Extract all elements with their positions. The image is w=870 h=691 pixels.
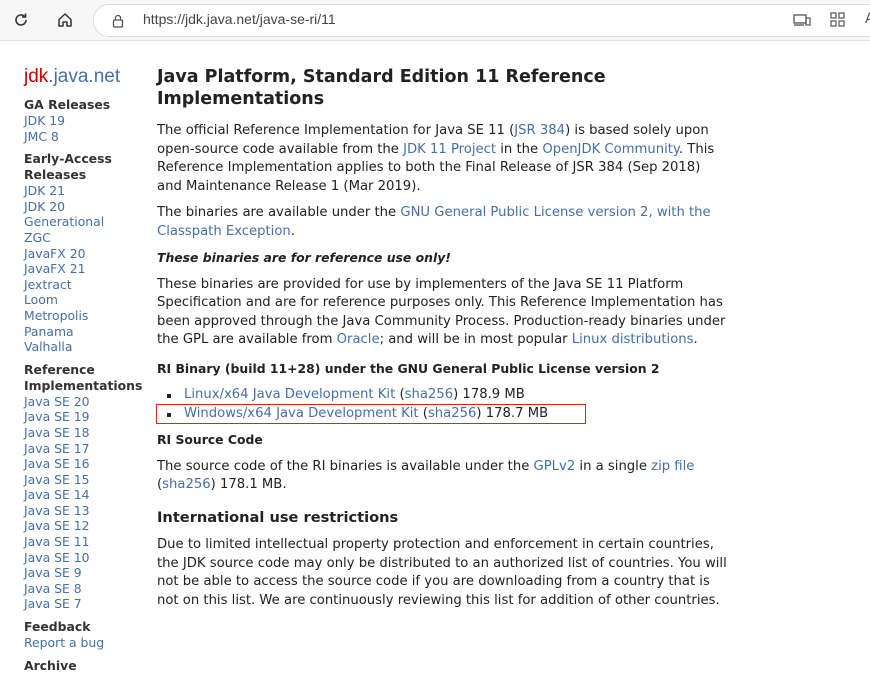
sidebar-link-jdk21[interactable]: JDK 21 (24, 183, 149, 199)
sidebar-link-jdk19[interactable]: JDK 19 (24, 113, 149, 129)
browser-toolbar: https://jdk.java.net/java-se-ri/11 A (0, 0, 870, 41)
license-paragraph: The binaries are available under the GNU… (157, 205, 711, 239)
sidebar-heading-reference-implementations: Reference Implementations (24, 361, 143, 393)
sidebar-link-java-se-19[interactable]: Java SE 19 (24, 409, 149, 425)
address-bar[interactable]: https://jdk.java.net/java-se-ri/11 A (93, 4, 870, 37)
openjdk-community-link[interactable]: OpenJDK Community (542, 142, 679, 157)
sidebar-link-jmc8[interactable]: JMC 8 (24, 129, 149, 145)
extensions-grid-icon[interactable] (830, 12, 846, 32)
windows-jdk-link[interactable]: Windows/x64 Java Development Kit (184, 406, 419, 421)
reload-icon (15, 13, 27, 26)
sidebar-link-java-se-12[interactable]: Java SE 12 (24, 518, 149, 534)
sidebar-link-java-se-9[interactable]: Java SE 9 (24, 565, 149, 581)
sidebar-link-java-se-15[interactable]: Java SE 15 (24, 472, 149, 488)
sidebar-link-jextract[interactable]: Jextract (24, 277, 149, 293)
sidebar-link-jdk20[interactable]: JDK 20 (24, 199, 149, 215)
sidebar-link-java-se-11[interactable]: Java SE 11 (24, 534, 149, 550)
sidebar-heading-feedback: Feedback (24, 619, 91, 635)
zip-file-link[interactable]: zip file (651, 459, 694, 474)
sidebar-link-java-se-13[interactable]: Java SE 13 (24, 503, 149, 519)
home-button[interactable] (51, 6, 79, 34)
jdk11-project-link[interactable]: JDK 11 Project (403, 142, 496, 157)
download-list: Linux/x64 Java Development Kit (sha256) … (156, 386, 727, 424)
sidebar-heading-early-access: Early-Access Releases (24, 151, 112, 183)
sidebar-link-java-se-16[interactable]: Java SE 16 (24, 456, 149, 472)
sidebar-link-javafx21[interactable]: JavaFX 21 (24, 261, 149, 277)
reload-button[interactable] (7, 6, 35, 34)
sidebar-heading-ga: GA Releases (24, 97, 111, 112)
sidebar-link-report-bug[interactable]: Report a bug (24, 635, 149, 651)
sidebar-link-java-se-20[interactable]: Java SE 20 (24, 394, 149, 410)
home-icon (58, 13, 72, 27)
app-available-icon[interactable] (793, 12, 811, 32)
sidebar-link-java-se-10[interactable]: Java SE 10 (24, 550, 149, 566)
download-item-linux: Linux/x64 Java Development Kit (sha256) … (157, 386, 727, 405)
jsr-384-link[interactable]: JSR 384 (514, 123, 565, 138)
lock-icon (112, 13, 124, 32)
linux-sha256-link[interactable]: sha256 (405, 387, 453, 402)
sidebar-link-java-se-8[interactable]: Java SE 8 (24, 581, 149, 597)
site-logo[interactable]: jdk.java.net (24, 66, 149, 88)
sidebar-heading-archive[interactable]: Archive (24, 658, 149, 674)
sidebar-link-javafx20[interactable]: JavaFX 20 (24, 246, 149, 262)
source-sha256-link[interactable]: sha256 (162, 477, 210, 492)
sidebar-link-java-se-7[interactable]: Java SE 7 (24, 596, 149, 612)
oracle-link[interactable]: Oracle (337, 332, 380, 347)
url-text: https://jdk.java.net/java-se-ri/11 (143, 11, 336, 27)
sidebar-link-loom[interactable]: Loom (24, 292, 149, 308)
linux-distributions-link[interactable]: Linux distributions (572, 332, 694, 347)
sidebar-link-panama[interactable]: Panama (24, 324, 149, 340)
sidebar-link-java-se-14[interactable]: Java SE 14 (24, 487, 149, 503)
sidebar-link-java-se-18[interactable]: Java SE 18 (24, 425, 149, 441)
usage-paragraph: These binaries are provided for use by i… (157, 276, 726, 348)
sidebar-link-metropolis[interactable]: Metropolis (24, 308, 149, 324)
windows-sha256-link[interactable]: sha256 (428, 406, 476, 421)
international-heading: International use restrictions (157, 508, 399, 526)
page-title: Java Platform, Standard Edition 11 Refer… (157, 67, 606, 109)
sidebar-link-valhalla[interactable]: Valhalla (24, 339, 149, 355)
ri-source-heading: RI Source Code (157, 432, 263, 447)
sidebar-link-generational-zgc[interactable]: Generational ZGC (24, 214, 109, 245)
linux-jdk-link[interactable]: Linux/x64 Java Development Kit (184, 387, 395, 402)
sidebar: jdk.java.net GA Releases JDK 19 JMC 8 Ea… (24, 66, 149, 674)
international-paragraph: Due to limited intellectual property pro… (157, 537, 727, 608)
reference-warning: These binaries are for reference use onl… (157, 250, 451, 265)
main-content: Java Platform, Standard Edition 11 Refer… (156, 66, 727, 610)
source-paragraph: The source code of the RI binaries is av… (157, 458, 695, 493)
sidebar-link-java-se-17[interactable]: Java SE 17 (24, 441, 149, 457)
gplv2-link[interactable]: GPLv2 (534, 459, 576, 474)
read-aloud-icon[interactable]: A (865, 11, 870, 27)
intro-paragraph: The official Reference Implementation fo… (157, 123, 715, 194)
ri-binary-heading: RI Binary (build 11+28) under the GNU Ge… (157, 360, 660, 376)
download-item-windows: Windows/x64 Java Development Kit (sha256… (156, 403, 586, 424)
